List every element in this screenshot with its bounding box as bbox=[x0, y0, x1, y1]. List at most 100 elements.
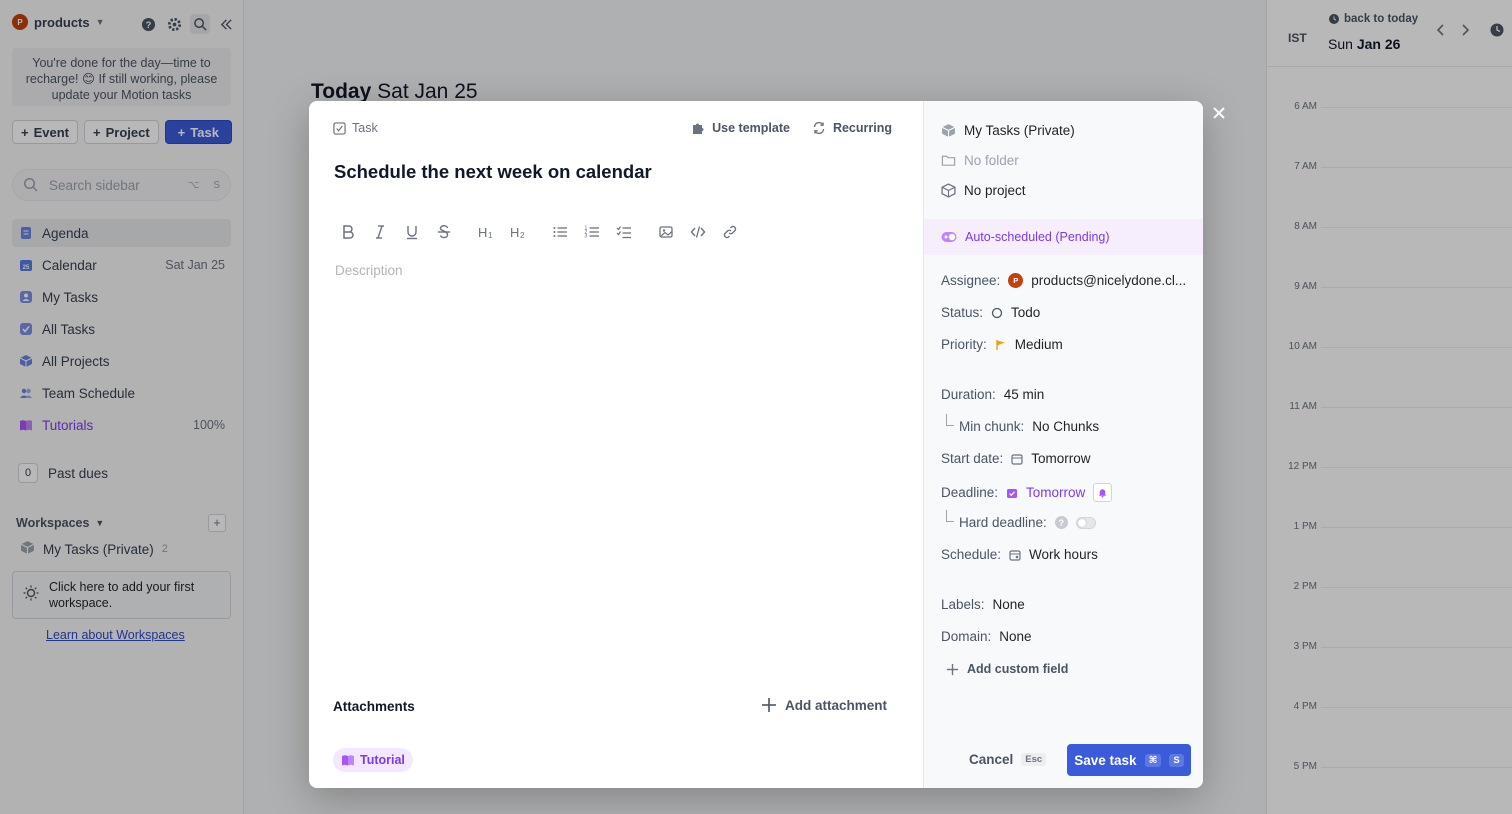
add-custom-field-label: Add custom field bbox=[967, 662, 1069, 676]
assignee-value: products@nicelydone.cl... bbox=[1031, 273, 1187, 288]
priority-value: Medium bbox=[1014, 337, 1063, 352]
add-custom-field-button[interactable]: Add custom field bbox=[946, 662, 1068, 676]
numbered-list-icon[interactable]: 123 bbox=[581, 221, 603, 243]
workspace-selector[interactable]: My Tasks (Private) bbox=[941, 123, 1075, 138]
task-modal: Task Use template Recurring Schedule the… bbox=[309, 101, 1203, 788]
deadline-label: Deadline: bbox=[941, 485, 999, 500]
cube-icon bbox=[941, 124, 956, 137]
tutorial-tag-label: Tutorial bbox=[360, 753, 405, 767]
start-date-label: Start date: bbox=[941, 451, 1004, 466]
cancel-button[interactable]: Cancel Esc bbox=[969, 752, 1047, 767]
domain-field[interactable]: Domain: None bbox=[941, 629, 1032, 644]
assignee-label: Assignee: bbox=[941, 273, 1001, 288]
strikethrough-icon[interactable] bbox=[433, 221, 455, 243]
puzzle-icon bbox=[693, 123, 704, 134]
s-shortcut: S bbox=[1169, 753, 1184, 767]
editor-toolbar: H1 H2 123 bbox=[337, 221, 751, 243]
heading-2-icon[interactable]: H2 bbox=[507, 221, 529, 243]
save-task-button[interactable]: Save task ⌘ S bbox=[1067, 744, 1191, 776]
italic-icon[interactable] bbox=[369, 221, 391, 243]
cmd-shortcut: ⌘ bbox=[1144, 753, 1162, 767]
bold-icon[interactable] bbox=[337, 221, 359, 243]
plus-icon bbox=[946, 663, 959, 675]
attachments-heading: Attachments bbox=[333, 699, 415, 714]
status-label: Status: bbox=[941, 305, 984, 320]
use-template-button[interactable]: Use template bbox=[691, 121, 790, 135]
tutorial-tag[interactable]: Tutorial bbox=[333, 748, 413, 772]
deadline-field[interactable]: Deadline: Tomorrow bbox=[941, 483, 1113, 502]
calendar-icon bbox=[1011, 453, 1023, 465]
hard-deadline-label: Hard deadline: bbox=[959, 515, 1047, 530]
add-attachment-button[interactable]: Add attachment bbox=[761, 697, 887, 713]
task-editor: Task Use template Recurring Schedule the… bbox=[309, 101, 923, 788]
link-icon[interactable] bbox=[719, 221, 741, 243]
schedule-field[interactable]: Schedule: Work hours bbox=[941, 547, 1098, 562]
status-value: Todo bbox=[1011, 305, 1041, 320]
avatar: P bbox=[1008, 273, 1024, 288]
project-cube-icon bbox=[941, 183, 956, 198]
help-icon[interactable]: ? bbox=[1054, 516, 1068, 529]
bell-icon[interactable] bbox=[1093, 483, 1113, 502]
underline-icon[interactable] bbox=[401, 221, 423, 243]
task-type-indicator: Task bbox=[333, 121, 378, 135]
use-template-label: Use template bbox=[712, 121, 790, 135]
description-input[interactable]: Description bbox=[335, 263, 403, 278]
domain-value: None bbox=[999, 629, 1032, 644]
duration-field[interactable]: Duration: 45 min bbox=[941, 387, 1044, 402]
svg-text:H: H bbox=[478, 225, 487, 240]
workspace-value: My Tasks (Private) bbox=[964, 123, 1075, 138]
start-date-value: Tomorrow bbox=[1031, 451, 1091, 466]
domain-label: Domain: bbox=[941, 629, 992, 644]
svg-text:2: 2 bbox=[520, 231, 525, 240]
recurring-button[interactable]: Recurring bbox=[812, 121, 892, 135]
tree-connector bbox=[946, 510, 954, 522]
image-icon[interactable] bbox=[655, 221, 677, 243]
heading-1-icon[interactable]: H1 bbox=[475, 221, 497, 243]
schedule-label: Schedule: bbox=[941, 547, 1002, 562]
task-properties-panel: My Tasks (Private) No folder No project … bbox=[923, 101, 1203, 788]
status-field[interactable]: Status: Todo bbox=[941, 305, 1040, 320]
min-chunk-label: Min chunk: bbox=[959, 419, 1025, 434]
duration-label: Duration: bbox=[941, 387, 996, 402]
task-title-input[interactable]: Schedule the next week on calendar bbox=[334, 161, 652, 183]
project-selector[interactable]: No project bbox=[941, 183, 1026, 198]
deadline-value: Tomorrow bbox=[1026, 485, 1086, 500]
assignee-field[interactable]: Assignee: P products@nicelydone.cl... bbox=[941, 273, 1186, 288]
duration-value: 45 min bbox=[1003, 387, 1045, 402]
start-date-field[interactable]: Start date: Tomorrow bbox=[941, 451, 1091, 466]
checklist-icon[interactable] bbox=[613, 221, 635, 243]
auto-schedule-icon bbox=[941, 232, 957, 242]
folder-selector[interactable]: No folder bbox=[941, 153, 1019, 168]
task-type-label: Task bbox=[352, 121, 378, 135]
hard-deadline-toggle[interactable] bbox=[1075, 516, 1096, 529]
labels-value: None bbox=[992, 597, 1025, 612]
esc-shortcut: Esc bbox=[1021, 753, 1047, 766]
folder-value: No folder bbox=[964, 153, 1019, 168]
priority-label: Priority: bbox=[941, 337, 987, 352]
deadline-calendar-icon bbox=[1007, 488, 1018, 498]
min-chunk-value: No Chunks bbox=[1032, 419, 1100, 434]
tree-connector bbox=[946, 414, 954, 426]
hard-deadline-field: Hard deadline: ? bbox=[959, 515, 1096, 530]
status-circle-icon bbox=[991, 307, 1003, 318]
save-task-label: Save task bbox=[1074, 752, 1137, 768]
auto-scheduled-toggle[interactable]: Auto-scheduled (Pending) bbox=[924, 219, 1203, 255]
labels-label: Labels: bbox=[941, 597, 985, 612]
bullet-list-icon[interactable] bbox=[549, 221, 571, 243]
auto-scheduled-label: Auto-scheduled (Pending) bbox=[965, 230, 1110, 244]
schedule-value: Work hours bbox=[1029, 547, 1098, 562]
flag-icon bbox=[996, 339, 1005, 350]
priority-field[interactable]: Priority: Medium bbox=[941, 337, 1063, 352]
code-icon[interactable] bbox=[687, 221, 709, 243]
svg-text:3: 3 bbox=[585, 234, 588, 240]
labels-field[interactable]: Labels: None bbox=[941, 597, 1025, 612]
task-check-icon bbox=[333, 121, 346, 135]
schedule-calendar-icon bbox=[1009, 549, 1021, 561]
repeat-icon bbox=[813, 121, 825, 135]
recurring-label: Recurring bbox=[832, 121, 892, 135]
cancel-label: Cancel bbox=[969, 752, 1014, 767]
close-icon[interactable] bbox=[1210, 104, 1228, 122]
book-icon bbox=[342, 755, 354, 766]
min-chunk-field[interactable]: Min chunk: No Chunks bbox=[959, 419, 1099, 434]
svg-text:H: H bbox=[510, 225, 519, 240]
